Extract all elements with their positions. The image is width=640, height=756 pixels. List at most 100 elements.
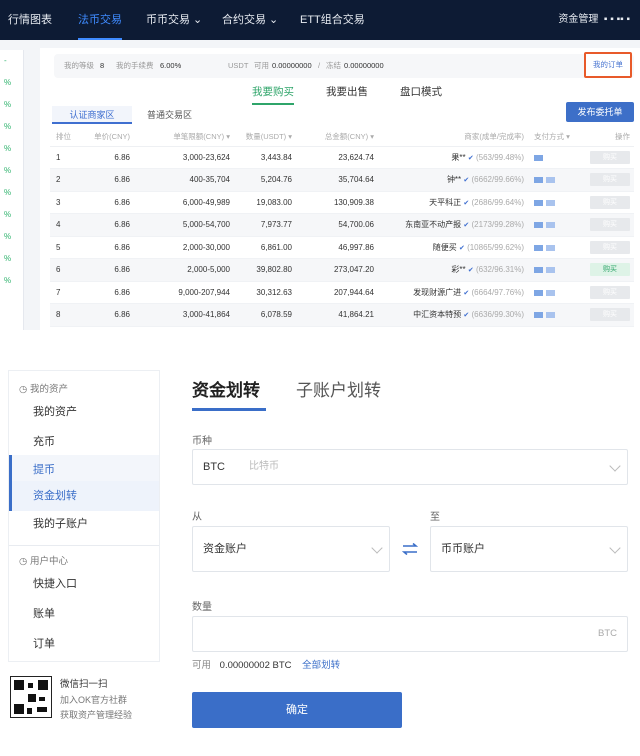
otc-order-table: 排位 单价(CNY) 单笔限额(CNY) ▾ 数量(USDT) ▾ 总金额(CN… <box>50 128 634 327</box>
otc-screen: 行情图表 法币交易 币币交易 ⌄ 合约交易 ⌄ ETT组合交易 资金管理 ▪ ▪… <box>0 0 640 330</box>
cell-total: 207,944.64 <box>292 281 374 304</box>
strip-item[interactable]: % <box>0 248 23 270</box>
nav-fiat-trade[interactable]: 法币交易 <box>78 0 122 40</box>
tab-asset-transfer[interactable]: 资金划转 <box>192 376 260 401</box>
coin-value: BTC <box>203 461 225 473</box>
sidebar-section-user: ◷ 用户中心 <box>19 553 68 567</box>
cell-payment <box>524 146 574 169</box>
col-price[interactable]: 单价(CNY) <box>78 128 130 147</box>
sidebar-divider <box>9 545 159 546</box>
col-merchant: 商家(成单/完成率) <box>374 128 524 147</box>
tab-sub-account-transfer[interactable]: 子账户划转 <box>296 376 381 401</box>
merchant-name[interactable]: 中汇资本特预 <box>413 310 461 319</box>
tab-orderbook-mode[interactable]: 盘口模式 <box>400 84 442 99</box>
alipay-icon <box>546 312 555 319</box>
avail-value: 0.00000000 <box>272 61 312 70</box>
sidebar-item-my-assets[interactable]: 我的资产 <box>9 397 159 427</box>
buy-button[interactable]: 购买 <box>590 218 630 232</box>
strip-item[interactable]: % <box>0 116 23 138</box>
sidebar-item-orders[interactable]: 订单 <box>9 629 159 659</box>
transfer-all-link[interactable]: 全部划转 <box>302 660 340 671</box>
cell-price: 6.86 <box>78 303 130 327</box>
amount-input[interactable]: BTC <box>192 616 628 652</box>
cell-qty: 19,083.00 <box>230 191 292 214</box>
cell-rank: 2 <box>50 168 78 192</box>
merchant-name[interactable]: 彩** <box>451 265 465 274</box>
strip-item[interactable]: - <box>0 50 23 72</box>
cell-action: 购买 <box>574 191 634 214</box>
merchant-name[interactable]: 发现财源广进 <box>413 288 461 297</box>
merchant-name[interactable]: 果** <box>451 153 465 162</box>
buy-button[interactable]: 购买 <box>590 308 630 322</box>
cell-limit: 3,000-41,864 <box>130 303 230 327</box>
table-row: 1 6.86 3,000-23,624 3,443.84 23,624.74 果** ✔ … <box>50 146 634 169</box>
merchant-name[interactable]: 随便买 <box>433 243 457 252</box>
col-qty[interactable]: 数量(USDT) ▾ <box>230 128 292 147</box>
nav-market-chart[interactable]: 行情图表 <box>8 0 52 40</box>
strip-item[interactable]: % <box>0 204 23 226</box>
col-payment[interactable]: 支付方式 ▾ <box>524 128 574 147</box>
cell-rank: 1 <box>50 146 78 169</box>
cell-limit: 3,000-23,624 <box>130 146 230 169</box>
sidebar-item-sub-accounts[interactable]: 我的子账户 <box>9 509 159 539</box>
available-label: 可用 <box>192 660 212 671</box>
table-body: 1 6.86 3,000-23,624 3,443.84 23,624.74 果** ✔ … <box>50 146 634 327</box>
cell-action: 购买 <box>574 281 634 304</box>
cell-rank: 3 <box>50 191 78 214</box>
nav-ett-trade[interactable]: ETT组合交易 <box>300 0 365 40</box>
alipay-icon <box>546 267 555 274</box>
my-orders-button[interactable]: 我的订单 <box>584 52 632 78</box>
sidebar-item-shortcuts[interactable]: 快捷入口 <box>9 569 159 599</box>
strip-item[interactable]: % <box>0 182 23 204</box>
publish-order-button[interactable]: 发布委托单 <box>566 102 634 122</box>
bank-card-icon <box>534 199 543 206</box>
currency-label: USDT <box>228 61 249 70</box>
merchant-name[interactable]: 钟** <box>447 175 461 184</box>
nav-futures-trade[interactable]: 合约交易 ⌄ <box>222 0 278 40</box>
col-rank: 排位 <box>50 128 78 147</box>
buy-button[interactable]: 购买 <box>590 240 630 254</box>
to-account-select[interactable]: 币币账户 <box>430 526 628 572</box>
coin-select[interactable]: BTC 比特币 <box>192 449 628 485</box>
verified-badge-icon: ✔ <box>467 154 474 162</box>
fee-rate-value: 6.00% <box>160 61 182 70</box>
sidebar-item-bills[interactable]: 账单 <box>9 599 159 629</box>
from-account-select[interactable]: 资金账户 <box>192 526 390 572</box>
nav-asset-management[interactable]: 资金管理 ▪ ▪ ▪▪ ▪ <box>558 0 630 40</box>
strip-item[interactable]: % <box>0 72 23 94</box>
tab-normal-zone[interactable]: 普通交易区 <box>147 106 192 124</box>
tab-sell[interactable]: 我要出售 <box>326 84 368 99</box>
buy-button[interactable]: 购买 <box>590 195 630 209</box>
buy-button[interactable]: 购买 <box>590 263 630 277</box>
sidebar-section-assets: ◷ 我的资产 <box>19 381 68 395</box>
qr-title: 微信扫一扫 <box>60 676 108 690</box>
buy-button[interactable]: 购买 <box>590 285 630 299</box>
col-total[interactable]: 总金额(CNY) ▾ <box>292 128 374 147</box>
alipay-icon <box>546 289 555 296</box>
col-limit[interactable]: 单笔限额(CNY) ▾ <box>130 128 230 147</box>
tab-buy[interactable]: 我要购买 <box>252 84 294 105</box>
merchant-name[interactable]: 东南亚不动产报 <box>405 220 461 229</box>
sidebar-item-transfer[interactable]: 资金划转 <box>9 481 159 511</box>
buy-button[interactable]: 购买 <box>590 173 630 187</box>
left-market-strip: - % % % % % % % % % % <box>0 50 24 330</box>
cell-total: 46,997.86 <box>292 236 374 259</box>
strip-item[interactable]: % <box>0 270 23 292</box>
strip-item[interactable]: % <box>0 94 23 116</box>
swap-arrows-icon[interactable] <box>402 543 418 555</box>
strip-item[interactable]: % <box>0 226 23 248</box>
nav-coin-trade[interactable]: 币币交易 ⌄ <box>146 0 202 40</box>
cell-action: 购买 <box>574 146 634 169</box>
merchant-name[interactable]: 天平科正 <box>429 198 461 207</box>
tab-certified-zone[interactable]: 认证商家区 <box>52 106 132 124</box>
cell-payment <box>524 168 574 192</box>
nav-coin-trade-label: 币币交易 <box>146 14 190 26</box>
sidebar-item-deposit[interactable]: 充币 <box>9 427 159 457</box>
strip-item[interactable]: % <box>0 138 23 160</box>
clock-icon: ◷ <box>19 384 28 395</box>
buy-button[interactable]: 购买 <box>590 150 630 164</box>
qr-title-text: 微信扫一扫 <box>60 679 108 690</box>
cell-limit: 6,000-49,989 <box>130 191 230 214</box>
strip-item[interactable]: % <box>0 160 23 182</box>
confirm-button[interactable]: 确定 <box>192 692 402 728</box>
